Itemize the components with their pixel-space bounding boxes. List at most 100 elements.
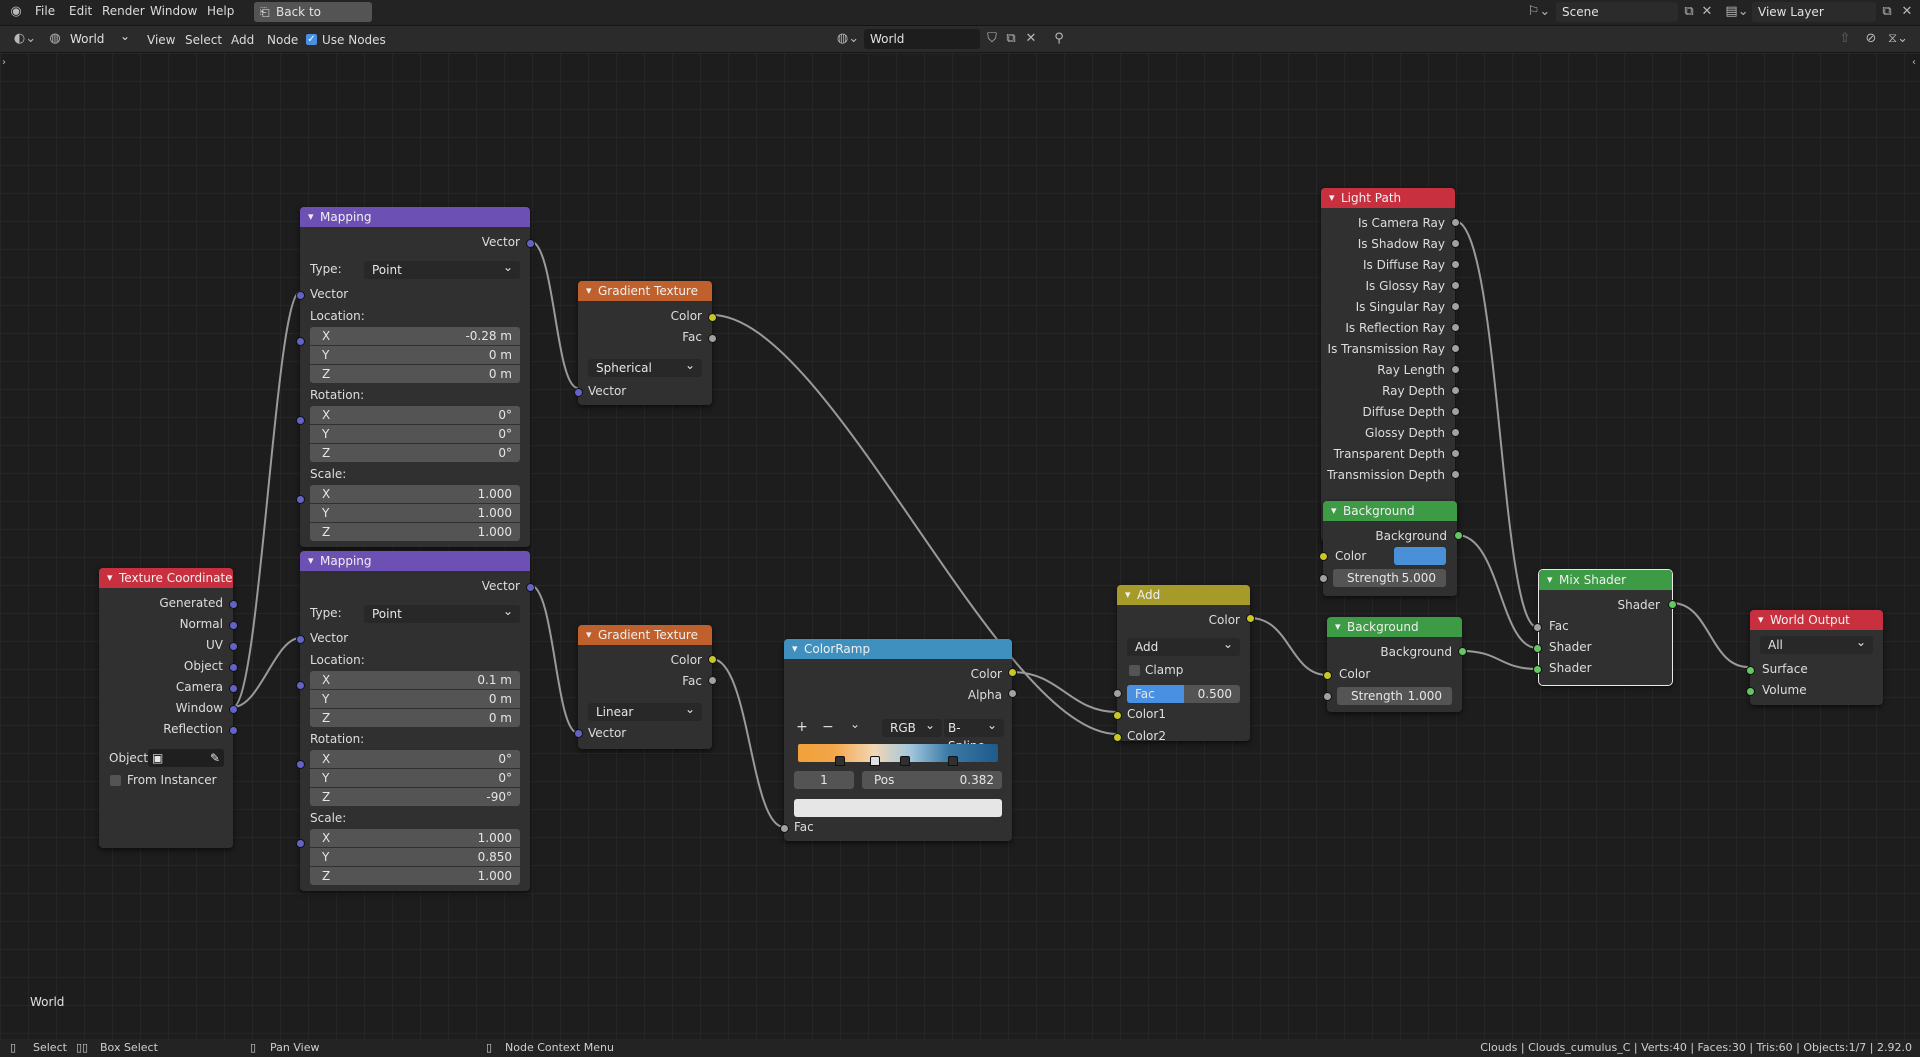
- socket-color2-in[interactable]: [1113, 733, 1122, 742]
- new-view-layer-icon[interactable]: ⧉: [1878, 2, 1896, 22]
- ramp-stop[interactable]: [900, 756, 910, 766]
- socket-rotation[interactable]: [296, 416, 305, 425]
- texture-coordinate-node[interactable]: Texture Coordinate Generated Normal UV O…: [99, 568, 238, 848]
- ramp-stop-active[interactable]: [870, 756, 880, 766]
- blender-logo-icon[interactable]: ◉: [6, 2, 26, 22]
- node-header[interactable]: Add: [1117, 585, 1250, 605]
- socket-fac-out[interactable]: [708, 334, 717, 343]
- socket-is-shadow-ray[interactable]: [1451, 239, 1460, 248]
- socket-color1-in[interactable]: [1113, 711, 1122, 720]
- socket-surface-in[interactable]: [1746, 666, 1755, 675]
- socket-glossy-depth[interactable]: [1451, 428, 1460, 437]
- rotation-y-field[interactable]: Y 0°: [310, 769, 520, 787]
- world-datablock-icon[interactable]: ◍⌄: [834, 29, 862, 49]
- node-header[interactable]: ColorRamp: [784, 639, 1012, 659]
- light-path-node[interactable]: Light Path Is Camera Ray Is Shadow Ray I…: [1321, 188, 1460, 542]
- menu-select[interactable]: Select: [185, 33, 222, 47]
- socket-reflection[interactable]: [229, 726, 238, 735]
- socket-color-out[interactable]: [1008, 668, 1017, 677]
- socket-object[interactable]: [229, 663, 238, 672]
- socket-vector-out[interactable]: [526, 583, 535, 592]
- socket-rotation[interactable]: [296, 760, 305, 769]
- socket-vector-out[interactable]: [526, 239, 535, 248]
- ramp-stop[interactable]: [835, 756, 845, 766]
- strength-field[interactable]: Strength 5.000: [1333, 569, 1446, 587]
- world-output-node[interactable]: World Output All Surface Volume: [1746, 610, 1883, 705]
- node-header[interactable]: Background: [1323, 501, 1457, 521]
- color-ramp-gradient[interactable]: [798, 744, 998, 762]
- menu-help[interactable]: Help: [207, 4, 234, 18]
- socket-location[interactable]: [296, 681, 305, 690]
- node-header[interactable]: Mapping: [300, 207, 530, 227]
- ramp-stop[interactable]: [948, 756, 958, 766]
- node-header[interactable]: Light Path: [1321, 188, 1455, 208]
- node-header[interactable]: Mix Shader: [1539, 570, 1672, 590]
- gradient-type-dropdown[interactable]: Linear: [588, 700, 702, 721]
- rotation-x-field[interactable]: X 0°: [310, 750, 520, 768]
- object-picker-field[interactable]: ▣ ✎: [148, 749, 224, 767]
- delete-scene-icon[interactable]: ✕: [1698, 2, 1716, 22]
- back-to-previous-button[interactable]: ⎗ Back to Previous: [254, 2, 372, 39]
- socket-vector-in[interactable]: [574, 388, 583, 397]
- mapping-type-dropdown[interactable]: Point: [364, 258, 520, 279]
- socket-color-out[interactable]: [708, 655, 717, 664]
- mapping-type-dropdown[interactable]: Point: [364, 602, 520, 623]
- scale-y-field[interactable]: Y 0.850: [310, 848, 520, 866]
- menu-view[interactable]: View: [147, 33, 175, 47]
- add-mix-node[interactable]: Add Color Add Clamp Fac 0.500 Color1 Col…: [1113, 585, 1255, 743]
- socket-is-singular-ray[interactable]: [1451, 302, 1460, 311]
- socket-is-transmission-ray[interactable]: [1451, 344, 1460, 353]
- node-header[interactable]: Texture Coordinate: [99, 568, 233, 588]
- menu-add[interactable]: Add: [231, 33, 254, 47]
- use-nodes-checkbox[interactable]: ✓: [306, 34, 317, 45]
- pin-icon[interactable]: ⚲: [1050, 29, 1068, 49]
- mapping-node-1[interactable]: Mapping Vector Type: Point Vector Locati…: [296, 207, 535, 547]
- socket-scale[interactable]: [296, 839, 305, 848]
- eyedropper-icon[interactable]: ✎: [210, 749, 220, 767]
- socket-ray-length[interactable]: [1451, 365, 1460, 374]
- scale-z-field[interactable]: Z 1.000: [310, 523, 520, 541]
- socket-fac-in[interactable]: [1113, 689, 1122, 698]
- location-y-field[interactable]: Y 0 m: [310, 346, 520, 364]
- node-header[interactable]: Mapping: [300, 551, 530, 571]
- socket-color-in[interactable]: [1319, 552, 1328, 561]
- ramp-menu-button[interactable]: ⌄: [850, 717, 860, 731]
- socket-ray-depth[interactable]: [1451, 386, 1460, 395]
- socket-vector-in[interactable]: [296, 635, 305, 644]
- socket-window[interactable]: [229, 705, 238, 714]
- socket-transmission-depth[interactable]: [1451, 470, 1460, 479]
- socket-color-out[interactable]: [708, 313, 717, 322]
- new-scene-icon[interactable]: ⧉: [1680, 2, 1698, 22]
- socket-color-out[interactable]: [1246, 614, 1255, 623]
- node-header[interactable]: Gradient Texture: [578, 625, 712, 645]
- menu-edit[interactable]: Edit: [69, 4, 92, 18]
- socket-fac-in[interactable]: [780, 824, 789, 833]
- editor-type-icon[interactable]: ◐⌄: [10, 29, 40, 49]
- interpolation-dropdown[interactable]: B-Spline: [944, 716, 1004, 753]
- scene-field[interactable]: Scene: [1556, 2, 1678, 22]
- fac-slider[interactable]: Fac 0.500: [1127, 685, 1240, 703]
- socket-background-out[interactable]: [1458, 647, 1467, 656]
- clamp-checkbox[interactable]: [1129, 665, 1140, 676]
- rotation-y-field[interactable]: Y 0°: [310, 425, 520, 443]
- location-z-field[interactable]: Z 0 m: [310, 709, 520, 727]
- gradient-texture-node-2[interactable]: Gradient Texture Color Fac Linear Vector: [574, 625, 717, 749]
- menu-node[interactable]: Node: [267, 33, 298, 47]
- node-header[interactable]: Background: [1327, 617, 1462, 637]
- scale-x-field[interactable]: X 1.000: [310, 485, 520, 503]
- socket-vector-in[interactable]: [574, 729, 583, 738]
- socket-color-in[interactable]: [1323, 671, 1332, 680]
- view-layer-icon[interactable]: ▤⌄: [1722, 2, 1752, 22]
- delete-view-layer-icon[interactable]: ✕: [1898, 2, 1916, 22]
- background-node-1[interactable]: Background Background Color Strength5.00…: [1319, 501, 1463, 596]
- active-stop-index-field[interactable]: 1: [794, 771, 854, 789]
- node-header[interactable]: Gradient Texture: [578, 281, 712, 301]
- socket-vector-in[interactable]: [296, 291, 305, 300]
- render-target-dropdown[interactable]: All: [1760, 633, 1873, 654]
- menu-render[interactable]: Render: [102, 4, 145, 18]
- socket-is-diffuse-ray[interactable]: [1451, 260, 1460, 269]
- location-z-field[interactable]: Z 0 m: [310, 365, 520, 383]
- socket-transparent-depth[interactable]: [1451, 449, 1460, 458]
- scale-z-field[interactable]: Z 1.000: [310, 867, 520, 885]
- socket-shader1-in[interactable]: [1533, 644, 1542, 653]
